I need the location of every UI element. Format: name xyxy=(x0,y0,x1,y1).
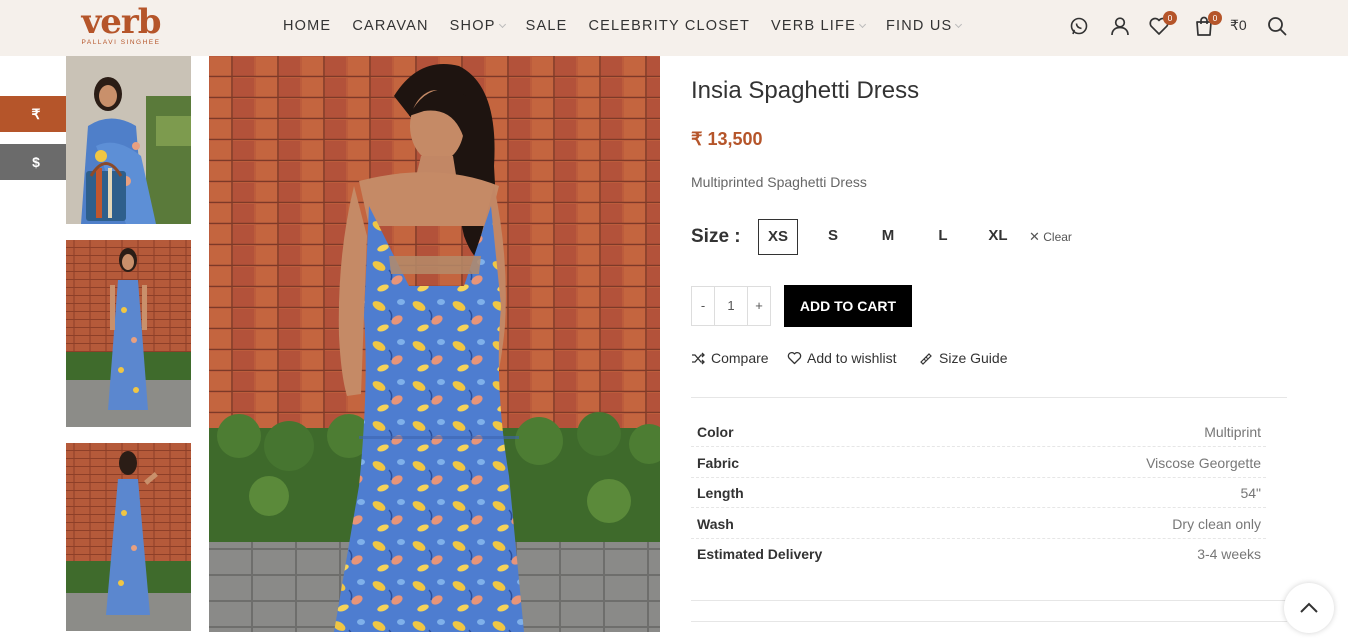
size-option-l[interactable]: L xyxy=(923,219,963,255)
currency-inr-button[interactable]: ₹ xyxy=(0,96,72,132)
size-option-m[interactable]: M xyxy=(868,219,908,255)
product-price: ₹ 13,500 xyxy=(691,129,763,149)
chevron-down-icon xyxy=(858,20,867,28)
user-icon[interactable] xyxy=(1109,15,1131,37)
spec-value: 3-4 weeks xyxy=(1197,546,1261,562)
nav-item-caravan[interactable]: CARAVAN xyxy=(352,18,428,34)
quantity-decrease-button[interactable]: - xyxy=(692,287,714,325)
add-to-cart-button[interactable]: ADD TO CART xyxy=(784,285,912,327)
size-guide-label: Size Guide xyxy=(939,350,1008,366)
quantity-stepper: - 1 + xyxy=(691,286,771,326)
wishlist-count-badge: 0 xyxy=(1163,11,1177,25)
spec-value: Viscose Georgette xyxy=(1146,455,1261,471)
spec-row-color: Color Multiprint xyxy=(691,416,1266,447)
nav-item-find-us[interactable]: FIND US xyxy=(885,18,963,34)
chevron-down-icon xyxy=(955,20,963,28)
compare-label: Compare xyxy=(711,350,769,366)
divider xyxy=(691,621,1287,622)
clear-size-button[interactable]: ✕ Clear xyxy=(1029,229,1072,245)
shuffle-icon xyxy=(692,352,705,364)
spec-value: 54" xyxy=(1240,485,1261,501)
scroll-to-top-button[interactable] xyxy=(1284,583,1334,633)
ruler-icon xyxy=(920,353,932,365)
product-thumbnail[interactable] xyxy=(66,56,191,224)
quantity-increase-button[interactable]: + xyxy=(748,287,770,325)
spec-key: Length xyxy=(697,485,744,501)
heart-icon xyxy=(787,351,802,365)
product-title: Insia Spaghetti Dress xyxy=(691,77,920,104)
divider xyxy=(691,600,1287,601)
nav-label: CELEBRITY CLOSET xyxy=(588,18,751,34)
spec-key: Wash xyxy=(697,516,734,532)
nav-item-home[interactable]: HOME xyxy=(283,18,331,34)
spec-row-fabric: Fabric Viscose Georgette xyxy=(691,447,1266,478)
size-option-s[interactable]: S xyxy=(813,219,853,255)
spec-key: Color xyxy=(697,424,734,440)
size-label: Size : xyxy=(691,226,741,247)
spec-row-wash: Wash Dry clean only xyxy=(691,508,1266,539)
nav-label: HOME xyxy=(283,18,332,34)
site-header: verb PALLAVI SINGHEE HOME CARAVAN SHOP S… xyxy=(0,0,1348,56)
nav-label: CARAVAN xyxy=(352,18,429,34)
divider xyxy=(691,397,1287,398)
spec-row-length: Length 54" xyxy=(691,477,1266,508)
currency-usd-button[interactable]: $ xyxy=(0,144,72,180)
size-option-xs[interactable]: XS xyxy=(758,219,798,255)
clear-label: Clear xyxy=(1043,230,1072,244)
brand-name: verb xyxy=(81,2,161,42)
size-option-xl[interactable]: XL xyxy=(978,219,1018,255)
cart-count-badge: 0 xyxy=(1208,11,1222,25)
nav-item-celebrity-closet[interactable]: CELEBRITY CLOSET xyxy=(588,18,750,34)
nav-label: SHOP xyxy=(449,18,496,34)
spec-row-delivery: Estimated Delivery 3-4 weeks xyxy=(691,538,1266,569)
product-description: Multiprinted Spaghetti Dress xyxy=(691,174,867,190)
quantity-input[interactable]: 1 xyxy=(714,287,748,325)
search-icon[interactable] xyxy=(1266,15,1288,37)
nav-item-sale[interactable]: SALE xyxy=(526,18,568,34)
add-to-wishlist-button[interactable]: Add to wishlist xyxy=(787,350,896,366)
product-thumbnail[interactable] xyxy=(66,240,191,427)
product-main-image[interactable] xyxy=(209,56,660,632)
whatsapp-icon[interactable] xyxy=(1068,15,1090,37)
main-nav: HOME CARAVAN SHOP SALE CELEBRITY CLOSET … xyxy=(283,0,982,52)
chevron-up-icon xyxy=(1300,602,1318,613)
nav-item-verb-life[interactable]: VERB LIFE xyxy=(771,18,867,34)
brand-logo[interactable]: verb PALLAVI SINGHEE xyxy=(68,2,174,48)
nav-item-shop[interactable]: SHOP xyxy=(449,18,506,34)
size-guide-button[interactable]: Size Guide xyxy=(919,350,1007,366)
spec-key: Fabric xyxy=(697,455,740,471)
wishlist-label: Add to wishlist xyxy=(807,350,897,366)
nav-label: FIND US xyxy=(885,18,953,34)
spec-key: Estimated Delivery xyxy=(697,546,823,562)
spec-value: Multiprint xyxy=(1204,424,1261,440)
spec-value: Dry clean only xyxy=(1172,516,1261,532)
compare-button[interactable]: Compare xyxy=(691,350,769,366)
nav-label: VERB LIFE xyxy=(771,18,856,34)
brand-tagline: PALLAVI SINGHEE xyxy=(81,39,161,46)
nav-label: SALE xyxy=(525,18,568,34)
product-thumbnail[interactable] xyxy=(66,443,191,631)
chevron-down-icon xyxy=(498,20,506,28)
close-icon: ✕ xyxy=(1029,229,1040,244)
cart-amount[interactable]: ₹0 xyxy=(1230,17,1247,34)
